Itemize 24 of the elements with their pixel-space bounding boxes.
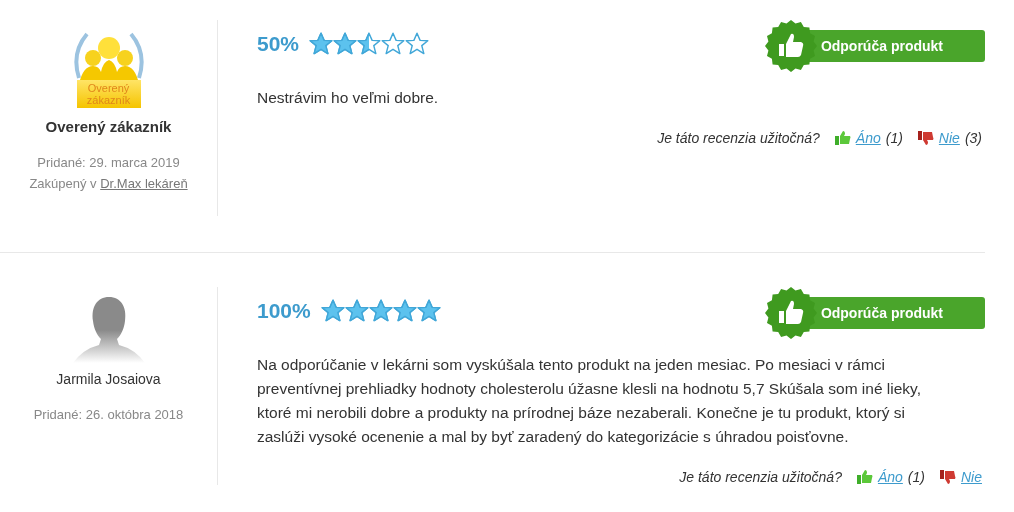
yes-count: (1) xyxy=(907,469,925,485)
rating-percent: 100% xyxy=(257,299,311,323)
store-link[interactable]: Dr.Max lekáreň xyxy=(100,176,188,191)
date-added: Pridané: 26. októbra 2018 xyxy=(33,407,184,422)
author-name: Overený zákazník xyxy=(45,118,172,135)
rating-percent: 50% xyxy=(257,32,300,56)
yes-count: (1) xyxy=(885,130,903,146)
purchased-label: Zakúpený v xyxy=(29,176,97,191)
helpful-question: Je táto recenzia užitočná? xyxy=(657,130,820,146)
helpful-vote-link[interactable]: Áno xyxy=(855,130,881,146)
date-added: Pridané: 29. marca 2019 xyxy=(37,155,180,170)
review-text: Na odporúčanie v lekárni som vyskúšala tento produkt na jeden mesiac. Po mesiaci v rámci preventívnej prehliadky hodnoty cholesterolu úžasne klesli na hodnotu 5,7 Skúšala som iné lieky, ktoré mi nerobili dobre a produkty na prírodnej báze nezaberali. Konečne je tu produkt, ktorý si zaslúži vysoké ocenenie a mal by byť zaradený do kategorizácie s úhradou poisťovne. xyxy=(257,355,922,447)
thumbs-down-icon xyxy=(940,470,956,484)
author-name: Jarmila Josaiova xyxy=(56,371,161,387)
no-count: (3) xyxy=(964,130,982,146)
thumbs-down-icon xyxy=(917,131,934,145)
unhelpful-vote-link[interactable]: Nie xyxy=(938,130,960,146)
thumbs-up-icon xyxy=(856,470,873,484)
unhelpful-vote-link[interactable]: Nie xyxy=(961,469,982,485)
verified-badge: Overený zákazník xyxy=(68,28,149,108)
helpful-vote-link[interactable]: Áno xyxy=(877,469,903,485)
review-text: Nestrávim ho veľmi dobre. xyxy=(257,88,440,108)
helpful-question: Je táto recenzia užitočná? xyxy=(679,469,842,485)
thumbs-up-icon xyxy=(834,131,851,145)
